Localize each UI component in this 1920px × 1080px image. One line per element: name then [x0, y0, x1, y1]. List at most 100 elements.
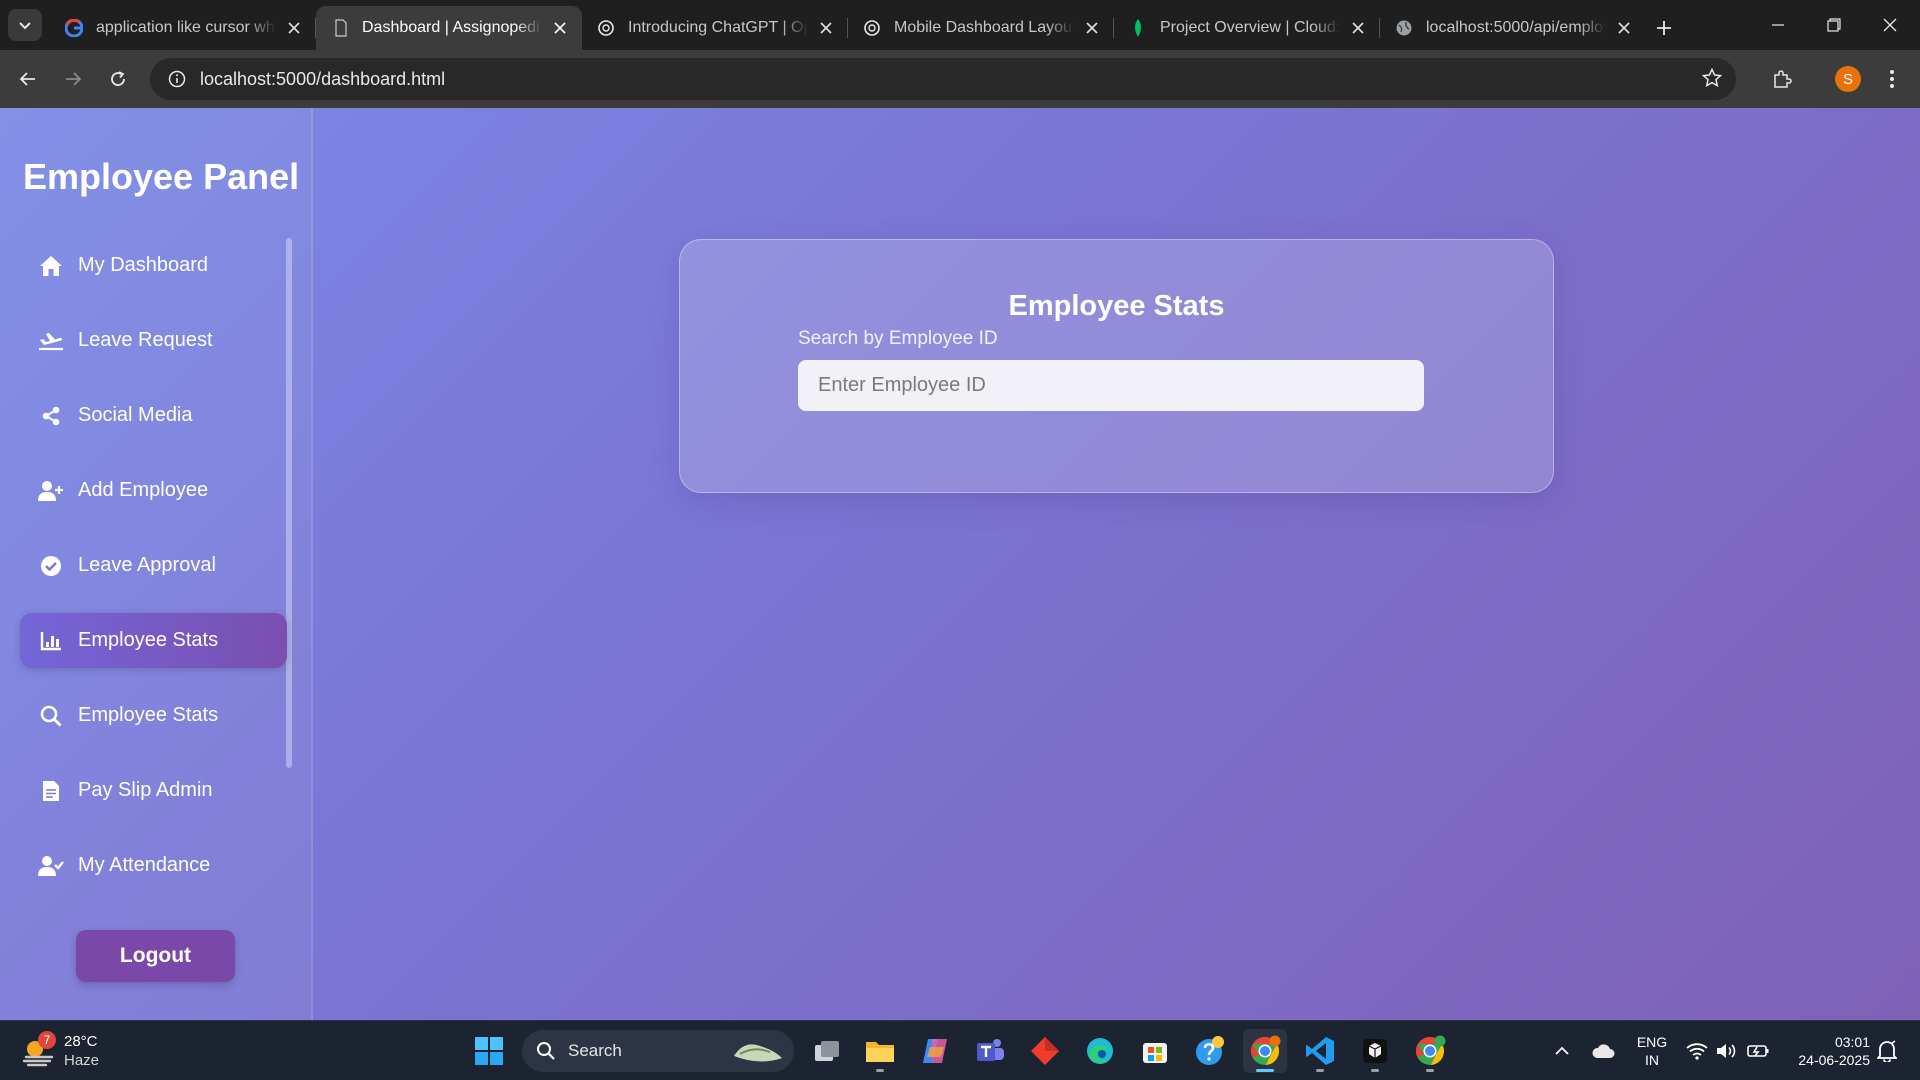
- logout-button[interactable]: Logout: [76, 930, 235, 982]
- close-window-button[interactable]: [1862, 0, 1918, 50]
- user-check-icon: [38, 853, 64, 879]
- tab-title: Dashboard | Assignopedia: [362, 19, 542, 36]
- taskbar-search[interactable]: Search: [522, 1030, 794, 1072]
- browser-tab-active[interactable]: Dashboard | Assignopedia: [316, 6, 582, 50]
- clock-time: 03:01: [1834, 1034, 1870, 1050]
- restore-button[interactable]: [1806, 0, 1862, 50]
- file-explorer-app[interactable]: [858, 1029, 902, 1073]
- address-bar[interactable]: localhost:5000/dashboard.html: [150, 58, 1736, 100]
- wifi-button[interactable]: [1684, 1021, 1710, 1080]
- tab-title: Project Overview | Cloud: M: [1160, 19, 1340, 36]
- bookmark-star-icon[interactable]: [1701, 67, 1723, 93]
- close-icon[interactable]: [1082, 18, 1102, 38]
- chrome-profile-app[interactable]: [1408, 1029, 1452, 1073]
- nav-item-label: Pay Slip Admin: [78, 779, 213, 801]
- start-button[interactable]: [467, 1029, 511, 1073]
- running-indicator: [1371, 1069, 1379, 1072]
- new-tab-button[interactable]: [1646, 6, 1682, 50]
- nav-item-leave-request[interactable]: Leave Request: [20, 313, 287, 368]
- close-icon: [1883, 18, 1897, 32]
- edge-icon: [1087, 1038, 1113, 1064]
- help-app[interactable]: [1188, 1029, 1232, 1073]
- nav-item-pay-slip-admin[interactable]: Pay Slip Admin: [20, 763, 287, 818]
- microsoft-store-app[interactable]: [1133, 1029, 1177, 1073]
- browser-tab[interactable]: localhost:5000/api/employ: [1380, 6, 1646, 50]
- site-info-icon[interactable]: [156, 70, 198, 88]
- restore-icon: [1827, 18, 1841, 32]
- chevron-up-icon: [1555, 1046, 1569, 1055]
- arrow-left-icon: [19, 72, 35, 86]
- weather-widget[interactable]: 7 28°C Haze: [22, 1029, 142, 1073]
- close-icon[interactable]: [550, 18, 570, 38]
- page-icon: [330, 18, 350, 38]
- globe-icon: [1394, 18, 1414, 38]
- browser-tab[interactable]: Project Overview | Cloud: M: [1114, 6, 1380, 50]
- forward-button[interactable]: [55, 61, 91, 97]
- profile-avatar[interactable]: S: [1835, 66, 1861, 92]
- system-clock[interactable]: 03:01 24-06-2025: [1780, 1033, 1870, 1069]
- chrome-icon: [1415, 1035, 1446, 1065]
- back-button[interactable]: [10, 61, 46, 97]
- close-icon[interactable]: [284, 18, 304, 38]
- browser-tab[interactable]: application like cursor whe: [50, 6, 316, 50]
- plus-icon: [1657, 21, 1671, 35]
- close-icon[interactable]: [1348, 18, 1368, 38]
- search-label: Search by Employee ID: [798, 328, 998, 349]
- user-plus-icon: [38, 478, 64, 504]
- minimize-icon: [1772, 24, 1784, 26]
- more-vertical-icon: [1890, 70, 1894, 88]
- browser-tab[interactable]: Mobile Dashboard Layout: [848, 6, 1114, 50]
- chrome-app[interactable]: [1243, 1029, 1287, 1073]
- task-view-button[interactable]: [805, 1029, 849, 1073]
- show-hidden-icons-button[interactable]: [1550, 1021, 1574, 1080]
- folder-icon: [866, 1042, 894, 1062]
- task-view-icon: [815, 1041, 839, 1061]
- nav-item-employee-stats-search[interactable]: Employee Stats: [20, 688, 287, 743]
- arrow-right-icon: [66, 72, 82, 86]
- card-title: Employee Stats: [1008, 290, 1225, 322]
- volume-button[interactable]: [1714, 1021, 1740, 1080]
- copilot-icon: [923, 1039, 947, 1063]
- search-icon: [537, 1042, 555, 1060]
- close-icon[interactable]: [816, 18, 836, 38]
- extensions-button[interactable]: [1766, 63, 1798, 95]
- terminal-app[interactable]: [1353, 1029, 1397, 1073]
- vscode-app[interactable]: [1298, 1029, 1342, 1073]
- browser-menu-button[interactable]: [1876, 63, 1908, 95]
- nav-item-my-attendance[interactable]: My Attendance: [20, 838, 287, 893]
- edge-app[interactable]: [1078, 1029, 1122, 1073]
- vscode-icon: [1306, 1037, 1334, 1065]
- openai-icon: [596, 18, 616, 38]
- copilot-app[interactable]: [913, 1029, 957, 1073]
- running-indicator: [1316, 1069, 1324, 1072]
- git-app[interactable]: [1023, 1029, 1067, 1073]
- close-icon[interactable]: [1614, 18, 1634, 38]
- nav-item-label: Leave Request: [78, 329, 213, 351]
- onedrive-button[interactable]: [1588, 1021, 1618, 1080]
- search-icon: [38, 703, 64, 729]
- nav-item-add-employee[interactable]: Add Employee: [20, 463, 287, 518]
- reload-button[interactable]: [100, 61, 136, 97]
- browser-toolbar: localhost:5000/dashboard.html: [0, 50, 1920, 108]
- teams-app[interactable]: [968, 1029, 1012, 1073]
- minimize-button[interactable]: [1750, 0, 1806, 50]
- nav-item-social-media[interactable]: Social Media: [20, 388, 287, 443]
- nav-item-my-dashboard[interactable]: My Dashboard: [20, 238, 287, 293]
- nav-item-leave-approval[interactable]: Leave Approval: [20, 538, 287, 593]
- notifications-button[interactable]: [1874, 1021, 1900, 1080]
- url-text: localhost:5000/dashboard.html: [200, 68, 446, 89]
- nav-item-employee-stats[interactable]: Employee Stats: [20, 613, 287, 668]
- language-indicator[interactable]: ENG IN: [1634, 1033, 1670, 1069]
- region-code: IN: [1645, 1052, 1659, 1068]
- weather-condition: Haze: [64, 1052, 100, 1069]
- battery-button[interactable]: [1744, 1021, 1772, 1080]
- tab-search-button[interactable]: [8, 9, 42, 41]
- employee-stats-card: Employee Stats Search by Employee ID: [679, 239, 1554, 493]
- nav-item-label: Add Employee: [78, 479, 209, 501]
- browser-tab[interactable]: Introducing ChatGPT | Ope: [582, 6, 848, 50]
- employee-id-search-input[interactable]: [798, 360, 1424, 411]
- check-circle-icon: [38, 553, 64, 579]
- battery-icon: [1747, 1045, 1769, 1057]
- nav-item-label: Employee Stats: [78, 704, 219, 726]
- cloud-icon: [1592, 1044, 1615, 1058]
